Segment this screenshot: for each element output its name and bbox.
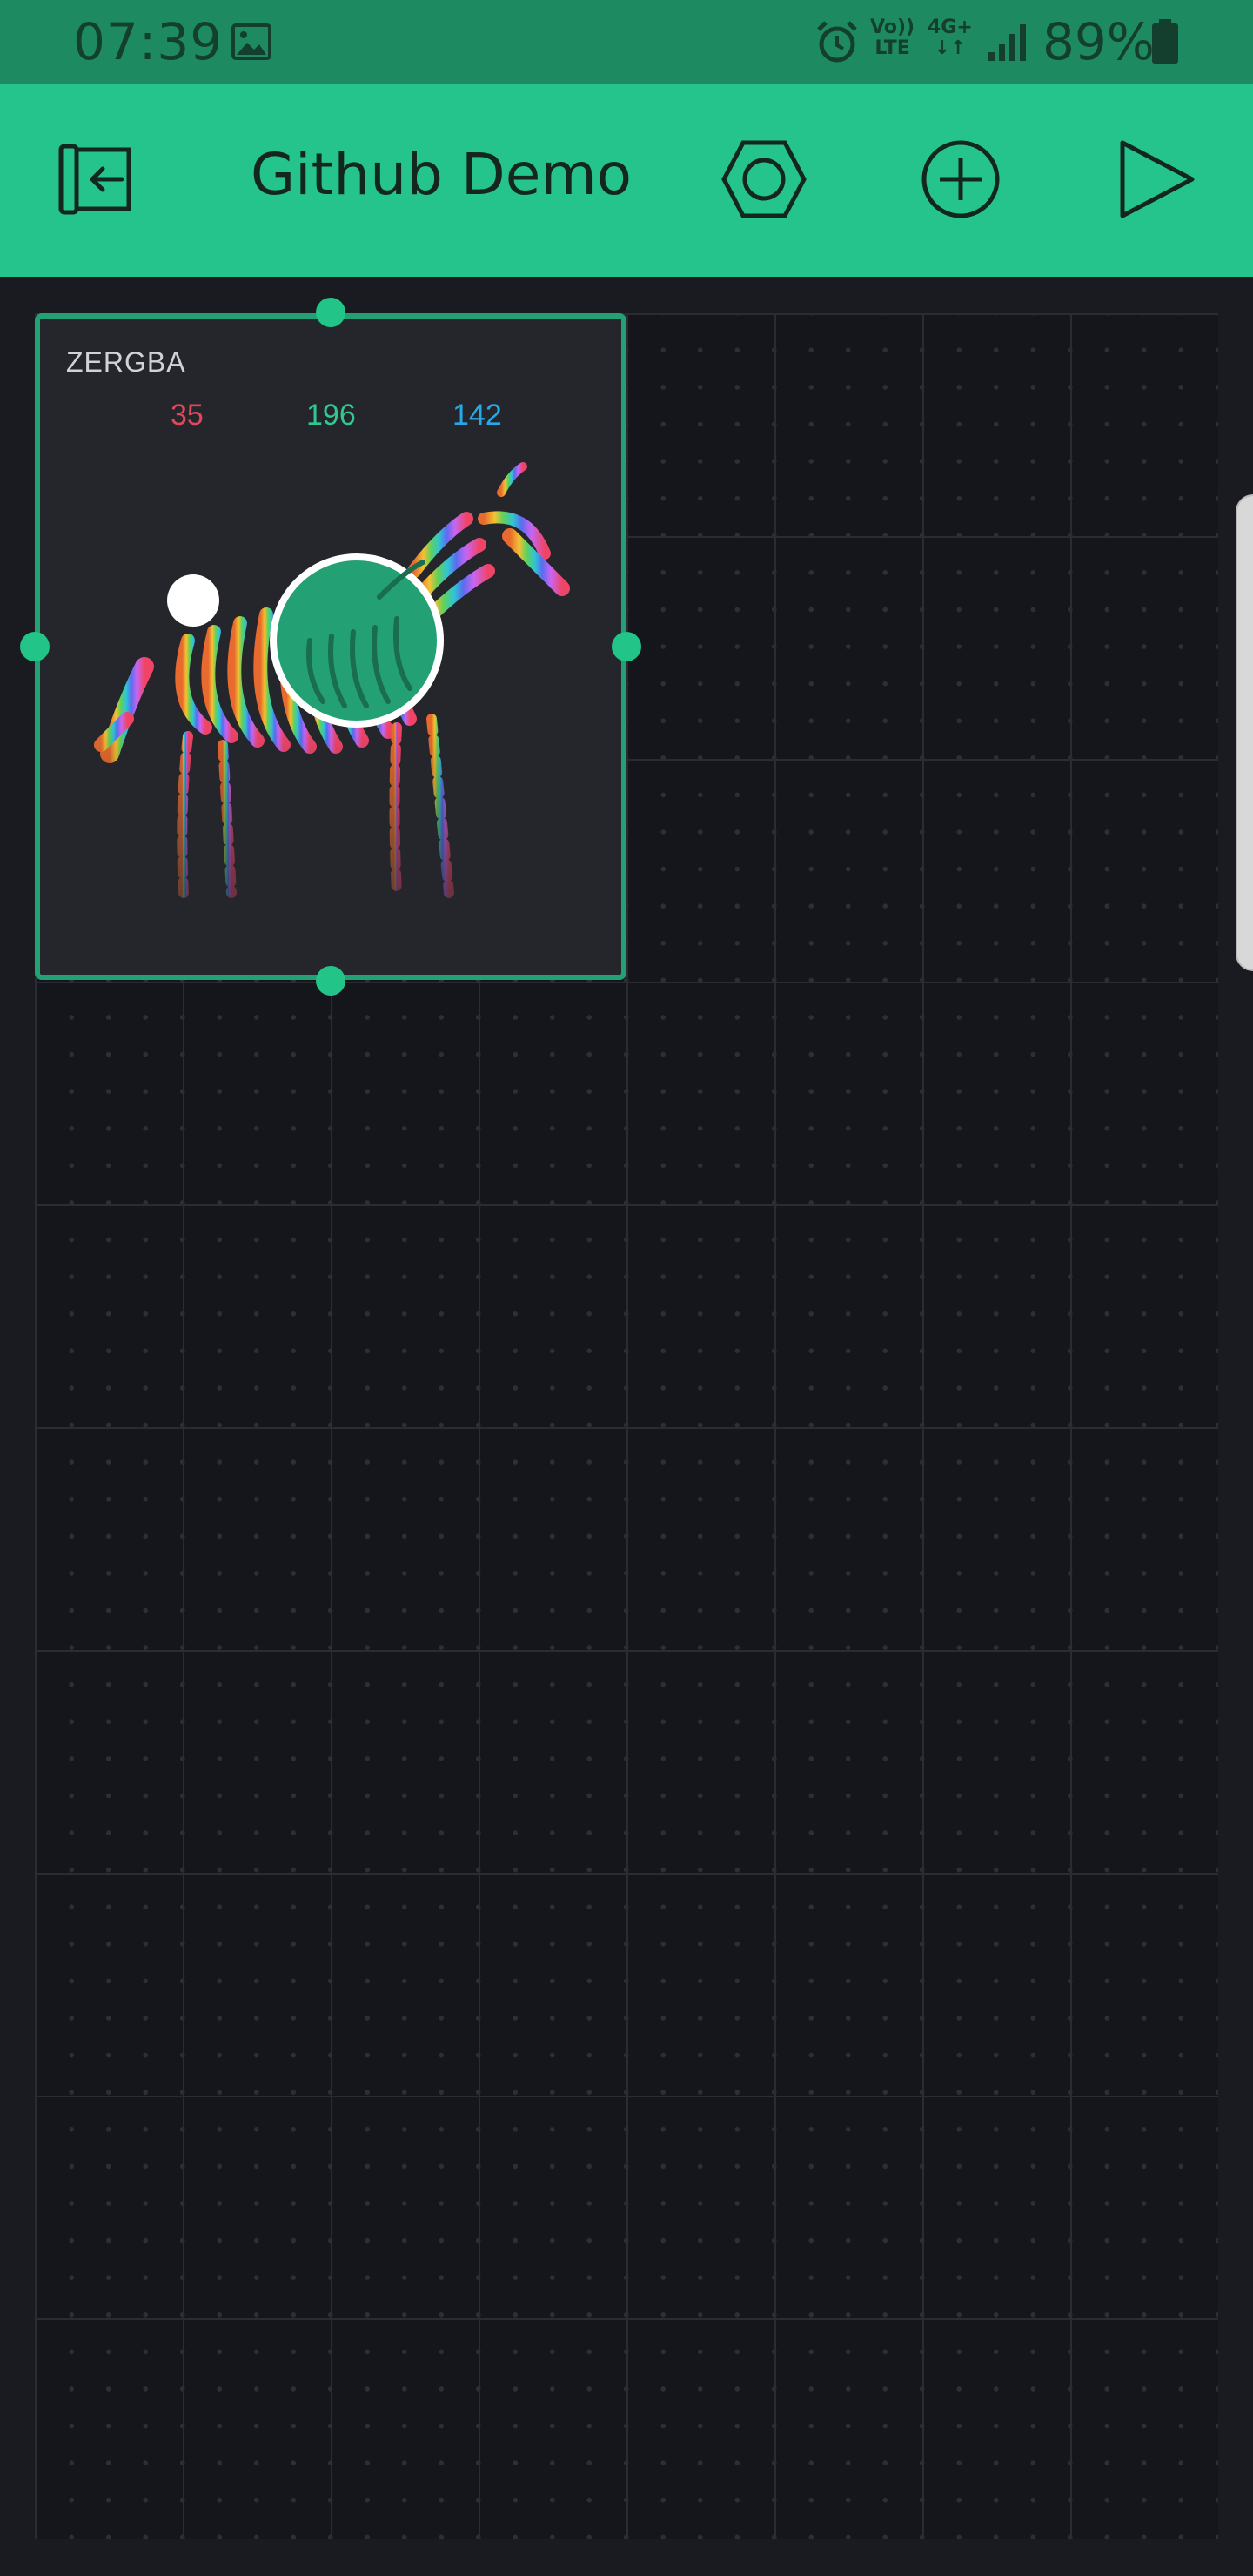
volte-indicator: Vo)) LTE	[870, 17, 915, 59]
project-title: Github Demo	[251, 141, 632, 208]
exit-project-button[interactable]	[54, 136, 141, 223]
resize-handle-bottom[interactable]	[316, 966, 345, 996]
green-value: 196	[306, 399, 356, 432]
hexagon-settings-icon	[721, 140, 807, 218]
blue-value: 142	[452, 399, 502, 432]
status-time: 07:39	[73, 12, 224, 71]
rainbow-zebra-image[interactable]	[75, 440, 597, 963]
settings-button[interactable]	[720, 136, 807, 223]
status-bar: 07:39 Vo)) LTE 4G+ ↓↑ 89%	[0, 0, 1253, 84]
battery-percentage: 89%	[1042, 12, 1155, 71]
widget-label: ZERGBA	[66, 346, 186, 378]
network-type-indicator: 4G+ ↓↑	[928, 17, 973, 59]
battery-icon	[1152, 19, 1178, 64]
signal-icon	[988, 24, 1026, 61]
exit-icon	[58, 144, 131, 215]
resize-handle-right[interactable]	[612, 632, 641, 661]
play-icon	[1120, 140, 1195, 218]
widget-box-drawer-handle[interactable]	[1236, 494, 1253, 971]
zergba-widget[interactable]: ZERGBA 35 196 142	[35, 313, 626, 980]
plus-circle-icon	[921, 140, 1000, 218]
app-header: Github Demo	[0, 84, 1253, 277]
red-value: 35	[171, 399, 204, 432]
add-widget-button[interactable]	[917, 136, 1004, 223]
alarm-icon	[817, 21, 857, 63]
resize-handle-top[interactable]	[316, 298, 345, 327]
play-button[interactable]	[1112, 136, 1199, 223]
gallery-icon	[231, 23, 271, 60]
resize-handle-left[interactable]	[20, 632, 50, 661]
